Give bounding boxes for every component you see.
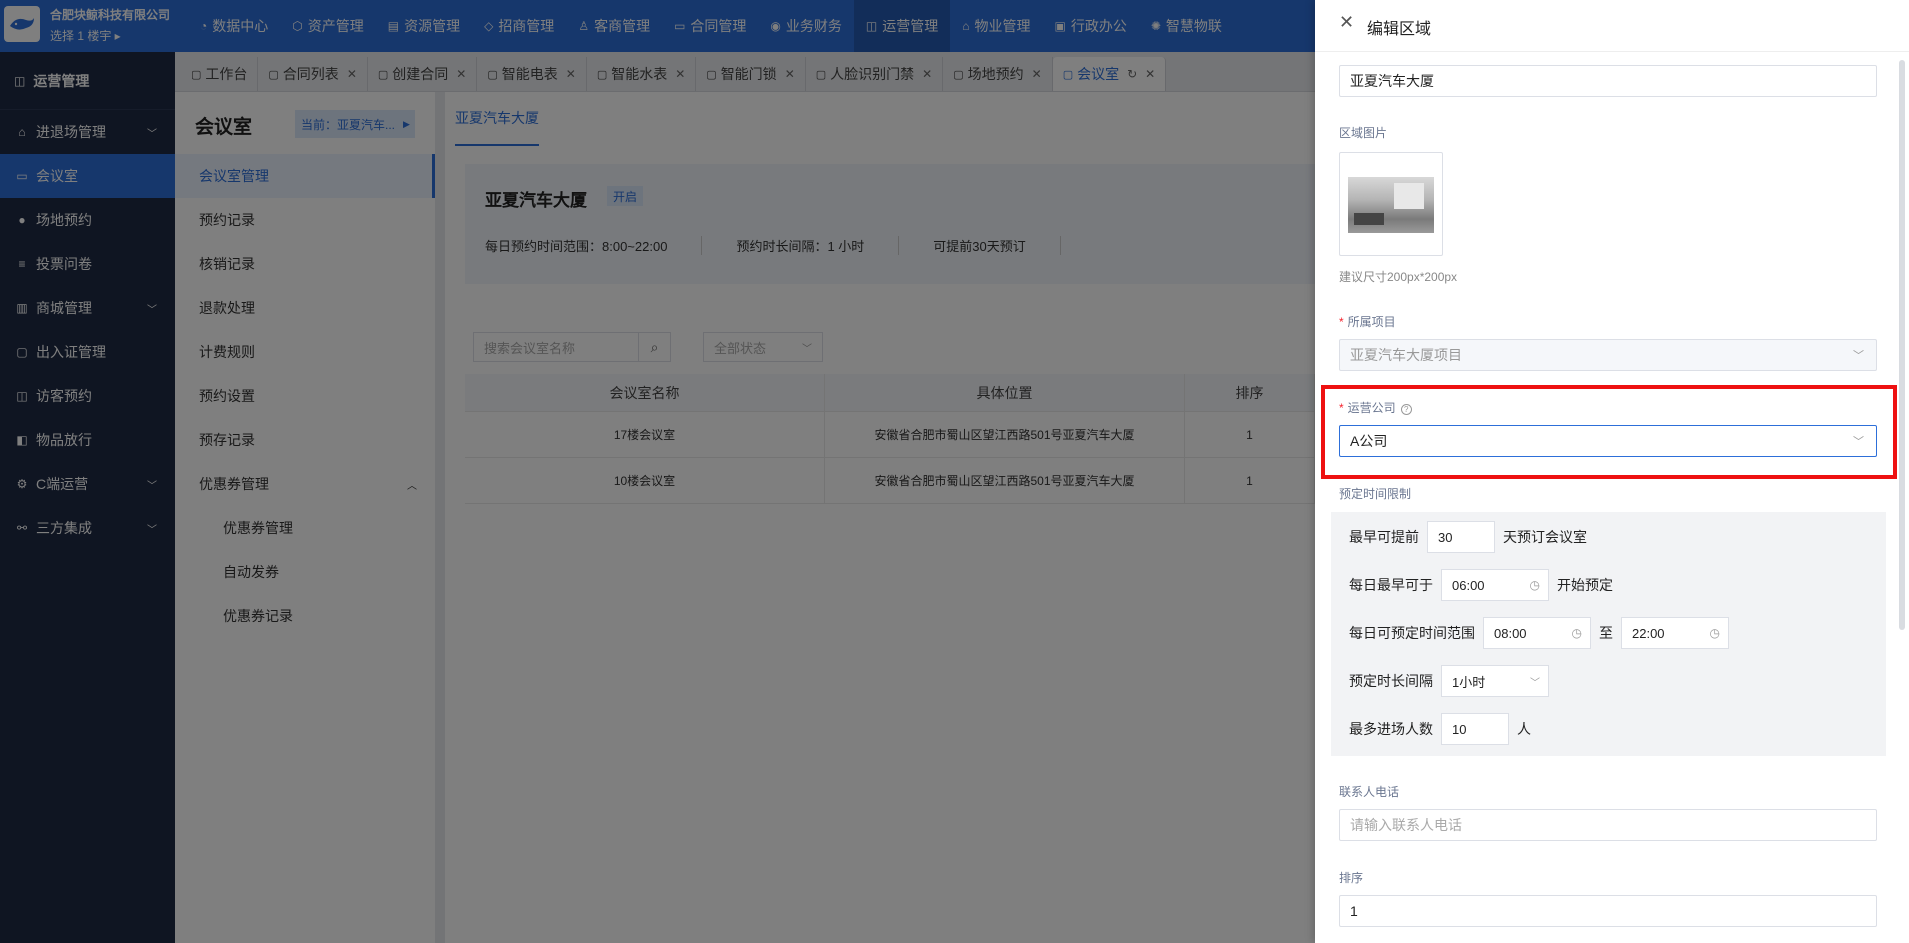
modal-overlay[interactable] <box>0 0 1315 943</box>
image-label: 区域图片 <box>1339 126 1388 140</box>
sort-input[interactable]: 1 <box>1339 895 1877 927</box>
clock-icon: ◷ <box>1571 626 1582 640</box>
chevron-down-icon: ﹀ <box>1853 350 1864 362</box>
time-limit-label: 预定时间限制 <box>1339 487 1412 501</box>
area-image-window <box>1394 183 1424 209</box>
drawer-title: 编辑区域 <box>1367 21 1432 38</box>
range-start-picker[interactable]: 08:00 ◷ <box>1483 617 1591 649</box>
required-mark: * <box>1339 315 1344 329</box>
max-people-input[interactable]: 10 <box>1441 713 1509 745</box>
advance-days-row: 最早可提前 30 天预订会议室 <box>1349 521 1587 553</box>
max-people-row: 最多进场人数 10 人 <box>1349 713 1531 745</box>
earliest-time-picker[interactable]: 06:00 ◷ <box>1441 569 1549 601</box>
phone-input[interactable]: 请输入联系人电话 <box>1339 809 1877 841</box>
clock-icon: ◷ <box>1529 578 1540 592</box>
earliest-time-row: 每日最早可于 06:00 ◷ 开始预定 <box>1349 569 1613 601</box>
advance-days-input[interactable]: 30 <box>1427 521 1495 553</box>
area-name-input[interactable]: 亚夏汽车大厦 <box>1339 65 1877 97</box>
interval-select[interactable]: 1小时 ﹀ <box>1441 665 1549 697</box>
close-icon[interactable]: ✕ <box>1339 12 1354 33</box>
area-image-sofa <box>1354 213 1384 225</box>
time-range-row: 每日可预定时间范围 08:00 ◷ 至 22:00 ◷ <box>1349 617 1737 649</box>
sort-label: 排序 <box>1339 871 1364 885</box>
drawer-scrollbar[interactable] <box>1899 60 1905 630</box>
clock-icon: ◷ <box>1709 626 1720 640</box>
range-end-picker[interactable]: 22:00 ◷ <box>1621 617 1729 649</box>
interval-row: 预定时长间隔 1小时 ﹀ <box>1349 665 1557 697</box>
area-image-upload[interactable] <box>1339 152 1443 256</box>
chevron-down-icon: ﹀ <box>1530 677 1540 689</box>
phone-label: 联系人电话 <box>1339 785 1400 799</box>
project-select: 亚夏汽车大厦项目 ﹀ <box>1339 339 1877 371</box>
project-label: * 所属项目 <box>1339 315 1396 329</box>
image-size-hint: 建议尺寸200px*200px <box>1339 270 1458 284</box>
drawer-header: ✕ 编辑区域 <box>1315 0 1909 52</box>
highlight-box <box>1321 385 1897 479</box>
